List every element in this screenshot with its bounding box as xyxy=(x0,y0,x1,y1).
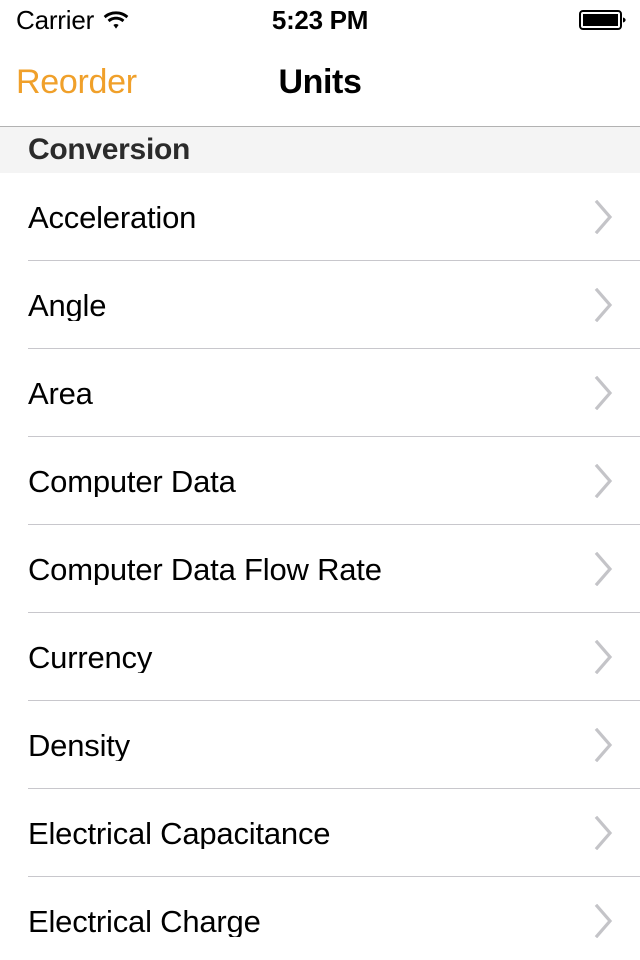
chevron-right-icon xyxy=(594,639,614,675)
page-title: Units xyxy=(278,63,362,101)
wifi-icon xyxy=(103,10,129,30)
list-item[interactable]: Density xyxy=(0,701,640,789)
list-item-label: Angle xyxy=(28,289,107,321)
list-item[interactable]: Computer Data xyxy=(0,437,640,525)
chevron-right-icon xyxy=(594,199,614,235)
status-bar-right xyxy=(579,0,627,40)
status-bar: Carrier 5:23 PM xyxy=(0,0,640,40)
chevron-right-icon xyxy=(594,815,614,851)
list-item-label: Density xyxy=(28,729,130,761)
list-item[interactable]: Acceleration xyxy=(0,173,640,261)
units-list: Acceleration Angle Area Computer Data Comput… xyxy=(0,173,640,960)
navigation-bar: Reorder Units xyxy=(0,40,640,127)
list-item[interactable]: Computer Data Flow Rate xyxy=(0,525,640,613)
chevron-right-icon xyxy=(594,375,614,411)
list-item-label: Area xyxy=(28,377,93,409)
list-item-label: Electrical Charge xyxy=(28,905,261,937)
chevron-right-icon xyxy=(594,903,614,939)
status-bar-left: Carrier xyxy=(16,0,129,40)
app-screen: Carrier 5:23 PM Reorder Units Conversion… xyxy=(0,0,640,960)
list-item[interactable]: Angle xyxy=(0,261,640,349)
clock-label: 5:23 PM xyxy=(271,5,369,35)
units-table-view: Conversion Acceleration Angle Area Computer… xyxy=(0,127,640,960)
list-item[interactable]: Electrical Charge xyxy=(0,877,640,960)
list-item-label: Currency xyxy=(28,641,153,673)
chevron-right-icon xyxy=(594,727,614,763)
list-item-label: Acceleration xyxy=(28,201,197,233)
chevron-right-icon xyxy=(594,463,614,499)
list-item[interactable]: Area xyxy=(0,349,640,437)
list-item[interactable]: Electrical Capacitance xyxy=(0,789,640,877)
list-item-label: Computer Data xyxy=(28,465,236,497)
section-header-conversion: Conversion xyxy=(0,127,640,173)
list-item-label: Electrical Capacitance xyxy=(28,817,331,849)
list-item-label: Computer Data Flow Rate xyxy=(28,553,382,585)
chevron-right-icon xyxy=(594,287,614,323)
carrier-label: Carrier xyxy=(16,5,95,35)
battery-full-icon xyxy=(579,8,627,32)
section-header-label: Conversion xyxy=(28,132,191,166)
list-item[interactable]: Currency xyxy=(0,613,640,701)
chevron-right-icon xyxy=(594,551,614,587)
